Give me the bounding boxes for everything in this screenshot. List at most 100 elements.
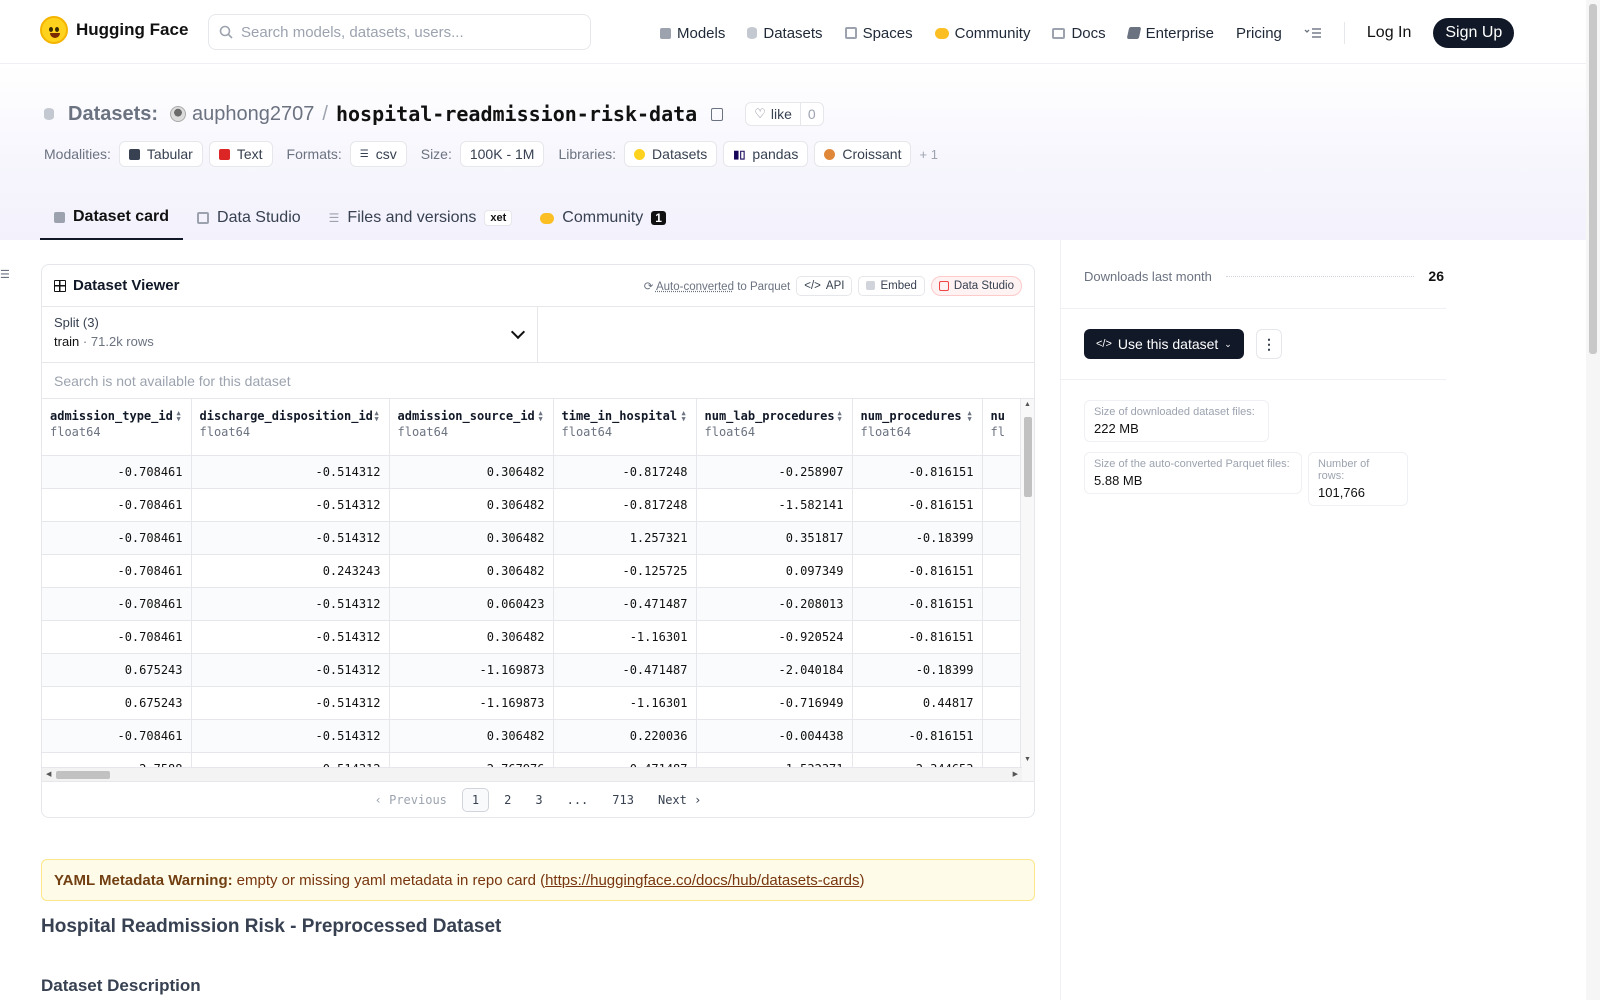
table-cell[interactable]: -0.920524 xyxy=(696,620,853,654)
table-cell[interactable]: 0.060423 xyxy=(389,587,554,621)
table-cell[interactable]: -0.514312 xyxy=(191,488,390,522)
table-cell[interactable]: -0.708461 xyxy=(42,488,192,522)
nav-community[interactable]: Community xyxy=(934,25,1030,42)
table-cell[interactable]: 0.220036 xyxy=(553,719,697,753)
table-cell[interactable]: -0.816151 xyxy=(852,554,983,588)
signup-button[interactable]: Sign Up xyxy=(1433,18,1515,48)
table-cell[interactable] xyxy=(982,719,1023,753)
table-cell[interactable]: 0.243243 xyxy=(191,554,390,588)
sort-icon[interactable]: ▲ ▼ xyxy=(968,410,975,423)
table-cell[interactable]: 0.306482 xyxy=(389,554,554,588)
sort-icon[interactable]: ▲ ▼ xyxy=(838,410,845,423)
table-cell[interactable] xyxy=(982,620,1023,654)
datasets-cards-link[interactable]: https://huggingface.co/docs/hub/datasets… xyxy=(545,872,859,889)
dataset-owner[interactable]: auphong2707 xyxy=(192,103,314,126)
table-cell[interactable] xyxy=(982,488,1023,522)
tab-dataset-card[interactable]: Dataset card xyxy=(40,196,184,240)
login-button[interactable]: Log In xyxy=(1367,24,1411,42)
page-scrollbar[interactable] xyxy=(1586,0,1600,1000)
column-header[interactable]: discharge_disposition_id float64 ▲ ▼ xyxy=(191,399,390,456)
sort-icon[interactable]: ▲ ▼ xyxy=(682,410,689,423)
table-cell[interactable]: 0.306482 xyxy=(389,719,554,753)
search-input[interactable] xyxy=(241,23,571,41)
table-cell[interactable] xyxy=(982,653,1023,687)
table-cell[interactable]: -0.816151 xyxy=(852,620,983,654)
next-page-button[interactable]: Next › xyxy=(649,789,710,811)
column-header[interactable]: admission_type_id float64 ▲ ▼ xyxy=(42,399,192,456)
table-cell[interactable]: 0.306482 xyxy=(389,521,554,555)
table-cell[interactable]: -0.816151 xyxy=(852,488,983,522)
table-cell[interactable]: -0.514312 xyxy=(191,719,390,753)
user-avatar[interactable] xyxy=(170,106,187,122)
column-header[interactable]: nu fl xyxy=(982,399,1023,456)
table-cell[interactable]: 0.097349 xyxy=(696,554,853,588)
tag-text[interactable]: Text xyxy=(208,141,273,167)
auto-converted-note[interactable]: ⟳ Auto-converted to Parquet xyxy=(644,279,790,293)
table-cell[interactable]: -0.716949 xyxy=(696,686,853,720)
table-cell[interactable]: -0.817248 xyxy=(553,488,697,522)
table-cell[interactable]: 0.675243 xyxy=(42,653,192,687)
split-selector[interactable]: Split (3) train · 71.2k rows xyxy=(42,307,538,362)
table-cell[interactable]: -0.514312 xyxy=(191,653,390,687)
table-cell[interactable]: 0.351817 xyxy=(696,521,853,555)
use-this-dataset-button[interactable]: </> Use this dataset ⌄ xyxy=(1084,329,1244,359)
tag-pandas[interactable]: ▮▯ pandas xyxy=(723,141,809,167)
table-cell[interactable]: 1.257321 xyxy=(553,521,697,555)
table-cell[interactable]: -0.208013 xyxy=(696,587,853,621)
column-header[interactable]: num_lab_procedures float64 ▲ ▼ xyxy=(696,399,853,456)
table-cell[interactable]: -0.816151 xyxy=(852,587,983,621)
table-cell[interactable]: -0.708461 xyxy=(42,587,192,621)
sidebar-toggle-icon[interactable]: ☰ xyxy=(0,268,10,281)
table-cell[interactable]: -0.816151 xyxy=(852,455,983,489)
auto-converted-link[interactable]: Auto-converted xyxy=(656,281,734,293)
more-tags[interactable]: + 1 xyxy=(919,147,937,162)
vertical-scrollbar[interactable]: ▲ ▼ xyxy=(1020,399,1034,781)
search-box[interactable] xyxy=(208,14,591,50)
table-cell[interactable]: -1.169873 xyxy=(389,686,554,720)
table-cell[interactable]: -0.816151 xyxy=(852,719,983,753)
table-cell[interactable]: -0.125725 xyxy=(553,554,697,588)
horizontal-scrollbar[interactable]: ◀ ▶ xyxy=(42,767,1022,781)
table-cell[interactable]: -1.16301 xyxy=(553,686,697,720)
data-studio-button[interactable]: Data Studio xyxy=(930,275,1022,296)
table-cell[interactable]: -1.582141 xyxy=(696,488,853,522)
table-cell[interactable]: -0.471487 xyxy=(553,587,697,621)
table-cell[interactable]: -0.708461 xyxy=(42,620,192,654)
nav-pricing[interactable]: Pricing xyxy=(1236,25,1282,42)
like-button[interactable]: ♡ like 0 xyxy=(745,102,824,126)
page-button-3[interactable]: 3 xyxy=(526,789,551,811)
more-options-button[interactable]: ⋮ xyxy=(1256,329,1282,359)
table-cell[interactable]: 0.675243 xyxy=(42,686,192,720)
sort-icon[interactable]: ▲ ▼ xyxy=(177,410,184,423)
table-cell[interactable]: 0.306482 xyxy=(389,455,554,489)
table-cell[interactable]: 0.44817 xyxy=(852,686,983,720)
tag-croissant[interactable]: Croissant xyxy=(814,141,912,167)
table-cell[interactable]: -0.18399 xyxy=(852,653,983,687)
table-cell[interactable] xyxy=(982,587,1023,621)
table-cell[interactable]: -0.514312 xyxy=(191,455,390,489)
nav-enterprise[interactable]: Enterprise xyxy=(1126,25,1214,42)
embed-button[interactable]: Embed xyxy=(858,275,925,296)
previous-page-button[interactable]: ‹ Previous xyxy=(366,789,456,811)
table-cell[interactable]: -0.817248 xyxy=(553,455,697,489)
table-cell[interactable]: -0.708461 xyxy=(42,554,192,588)
column-header[interactable]: time_in_hospital float64 ▲ ▼ xyxy=(553,399,697,456)
page-button-2[interactable]: 2 xyxy=(495,789,520,811)
nav-models[interactable]: Models xyxy=(660,25,725,42)
tab-community[interactable]: Community 1 xyxy=(526,196,680,240)
table-cell[interactable]: -0.18399 xyxy=(852,521,983,555)
nav-spaces[interactable]: Spaces xyxy=(844,25,913,42)
table-cell[interactable] xyxy=(982,686,1023,720)
nav-more-menu[interactable] xyxy=(1304,27,1322,39)
table-cell[interactable] xyxy=(982,455,1023,489)
tab-data-studio[interactable]: Data Studio xyxy=(183,196,315,240)
table-cell[interactable]: -1.169873 xyxy=(389,653,554,687)
table-cell[interactable]: -0.471487 xyxy=(553,653,697,687)
table-cell[interactable]: -0.708461 xyxy=(42,521,192,555)
table-cell[interactable]: -0.514312 xyxy=(191,686,390,720)
table-cell[interactable]: -0.514312 xyxy=(191,521,390,555)
sort-icon[interactable]: ▲ ▼ xyxy=(375,410,382,423)
column-header[interactable]: admission_source_id float64 ▲ ▼ xyxy=(389,399,554,456)
sort-icon[interactable]: ▲ ▼ xyxy=(539,410,546,423)
page-button-1[interactable]: 1 xyxy=(461,787,490,812)
